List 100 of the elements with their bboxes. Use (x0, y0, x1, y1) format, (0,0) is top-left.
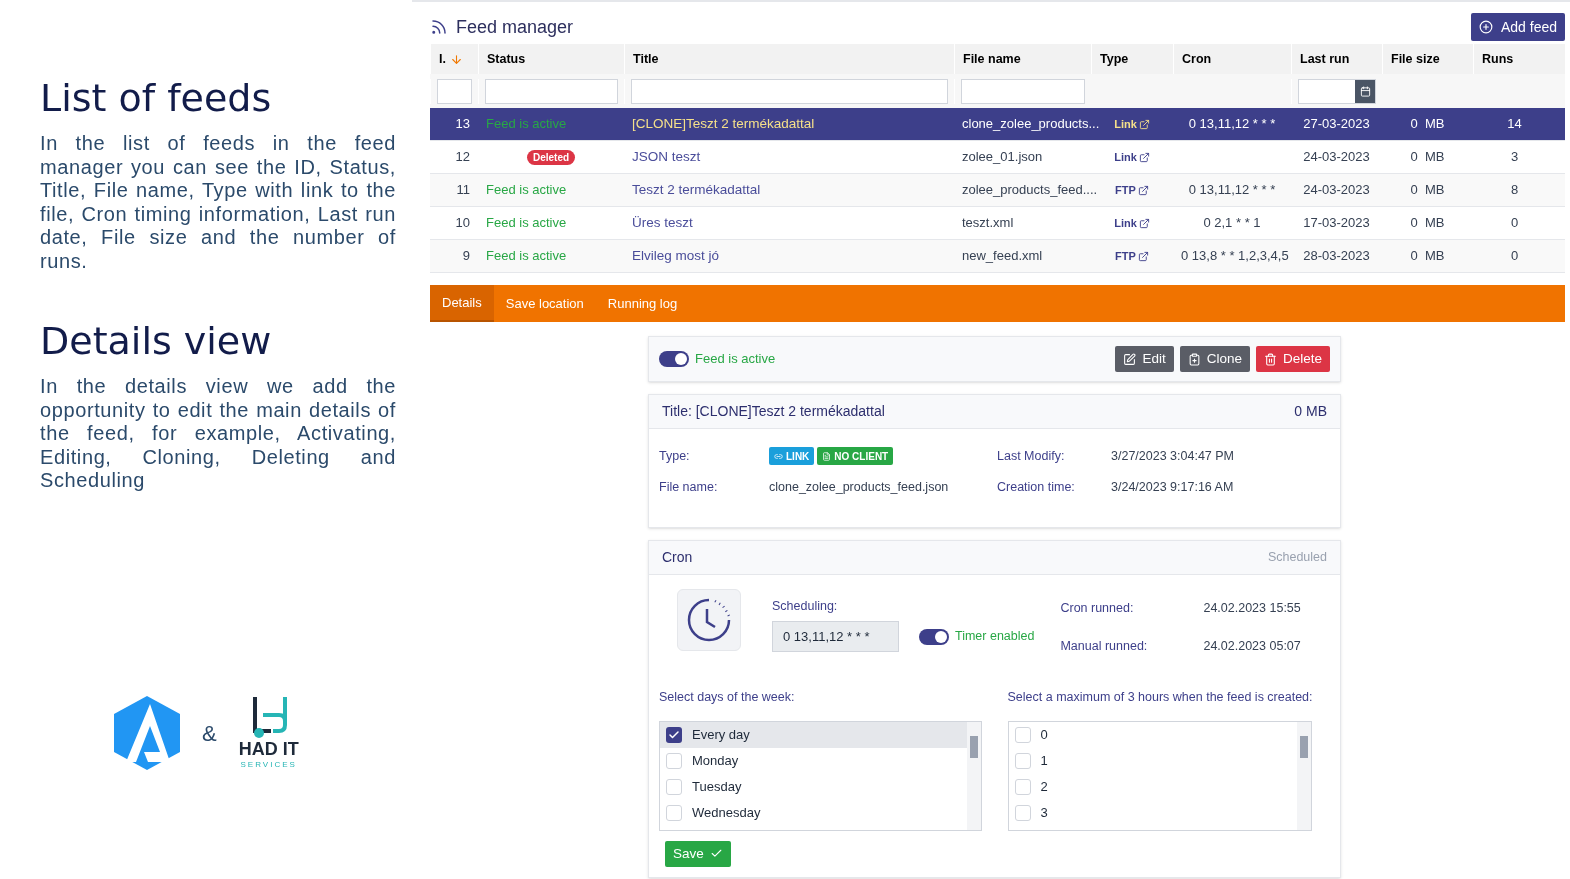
field-value: 24.02.2023 05:07 (1203, 638, 1301, 656)
table-cell: 10 (455, 215, 470, 231)
field-label: File name: (659, 478, 719, 496)
table-row[interactable]: 9 Feed is active Elvileg most jó new_feed.xml FTP 0 13,8 * * 1,2,3,4,5 28-03-2023 0 MB 0 (430, 240, 1565, 273)
active-toggle[interactable] (659, 351, 689, 367)
field-value: 3/27/2023 3:04:47 PM (1111, 448, 1235, 465)
file-size: 0 MB (1294, 402, 1327, 421)
table-row[interactable]: 13 Feed is active [CLONE]Teszt 2 termékadattal clone_zolee_products... Link 0 13,11,12 * * * 27-03-2023 0 MB 14 (430, 108, 1565, 141)
type-link[interactable]: FTP (1115, 181, 1149, 199)
calendar-button[interactable] (1355, 79, 1375, 103)
status-text: Feed is active (486, 116, 567, 132)
date-filter-field[interactable] (1298, 78, 1376, 104)
plus-circle-icon (1478, 20, 1493, 34)
option-label: 2 (1040, 778, 1048, 796)
table-cell: 8 (1510, 182, 1519, 198)
edit-button[interactable]: Edit (1115, 346, 1174, 372)
checkbox[interactable] (1014, 752, 1031, 769)
filter-field[interactable] (961, 78, 1085, 104)
option-label: Monday (692, 752, 739, 770)
checkbox[interactable] (1014, 726, 1031, 743)
type-badge: LINK (769, 447, 815, 465)
tab[interactable]: Details (430, 285, 494, 322)
column-header[interactable]: Last run (1300, 49, 1350, 69)
type-link[interactable]: Link (1114, 115, 1150, 133)
column-header[interactable]: File size (1391, 49, 1440, 69)
status-text: Feed is active (486, 248, 567, 264)
option-label: 3 (1040, 804, 1048, 822)
field-value: 3/24/2023 9:17:16 AM (1111, 478, 1235, 496)
scheduling-field[interactable]: 0 13,11,12 * * * (772, 621, 899, 653)
status-text: Feed is active (486, 215, 567, 231)
table-cell: 13 (455, 116, 470, 132)
column-header[interactable]: Status (487, 49, 526, 69)
table-cell: 0 13,8 * * 1,2,3,4,5 (1181, 248, 1289, 264)
column-header[interactable]: Runs (1482, 49, 1514, 69)
external-link-icon (1138, 118, 1150, 130)
filter-field[interactable] (631, 78, 948, 104)
section-paragraph: In the details view we add the opportunity to edit the main details of the feed, for example, Activating, Editing, Cloning, Deleting and Scheduling (40, 375, 396, 493)
field-label: Creation time: (997, 478, 1076, 496)
sort-arrow-icon (449, 52, 463, 66)
link-icon (774, 451, 783, 461)
feed-title-link[interactable]: Üres teszt (632, 214, 693, 230)
external-link-icon (1138, 151, 1150, 163)
table-cell: 0 (1510, 215, 1519, 231)
filter-field[interactable] (437, 78, 472, 104)
column-header[interactable]: I. (439, 49, 446, 69)
external-link-icon (1137, 250, 1149, 262)
column-header[interactable]: Cron (1182, 49, 1212, 69)
table-row[interactable]: 11 Feed is active Teszt 2 termékadattal zolee_products_feed.... FTP 0 13,11,12 * * * 24-03-2023 0 MB 8 (430, 174, 1565, 207)
feed-title-link[interactable]: Elvileg most jó (632, 247, 720, 263)
option-label: Every day (692, 726, 750, 744)
status-text: Feed is active (486, 182, 567, 198)
checkbox[interactable] (666, 752, 682, 769)
checkbox[interactable] (666, 778, 682, 795)
field-label: Select days of the week: (659, 689, 796, 706)
filter-field[interactable] (485, 78, 618, 104)
delete-button[interactable]: Delete (1255, 346, 1330, 372)
add-feed-button[interactable]: Add feed (1470, 13, 1565, 41)
table-cell: clone_zolee_products... (962, 116, 1100, 132)
table-cell: 27-03-2023 (1303, 116, 1370, 132)
checkbox[interactable] (1014, 778, 1031, 795)
document-icon (822, 451, 832, 461)
checkbox[interactable] (666, 726, 682, 743)
table-cell: 0 (1510, 248, 1519, 264)
field-label: Select a maximum of 3 hours when the feed is created: (1007, 689, 1314, 706)
option-label: Tuesday (692, 778, 742, 796)
type-link[interactable]: Link (1114, 148, 1150, 166)
field-label: Manual runned: (1060, 638, 1149, 656)
scrollbar[interactable] (1297, 721, 1311, 830)
table-cell: 24-03-2023 (1303, 182, 1370, 198)
table-cell: 0 MB (1410, 116, 1445, 132)
section-heading: List of feeds (40, 75, 273, 122)
checkbox[interactable] (666, 804, 682, 821)
toggle-label: Timer enabled (955, 628, 1035, 646)
feed-title-link[interactable]: Teszt 2 termékadattal (632, 181, 761, 197)
partner-tagline: SERVICES (240, 759, 297, 771)
table-cell: 24-03-2023 (1303, 149, 1370, 165)
table-cell: new_feed.xml (962, 248, 1043, 264)
table-cell: 0 13,11,12 * * * (1188, 182, 1276, 198)
type-link[interactable]: Link (1114, 214, 1150, 232)
feed-title-link[interactable]: [CLONE]Teszt 2 termékadattal (632, 115, 815, 131)
timer-toggle[interactable] (919, 628, 949, 645)
table-cell: 0 MB (1410, 149, 1445, 165)
check-icon (668, 728, 680, 741)
calendar-icon (1359, 85, 1371, 97)
feed-title-link[interactable]: JSON teszt (632, 148, 701, 164)
field-label: Type: (659, 448, 691, 465)
checkbox[interactable] (1014, 804, 1031, 821)
table-cell: 0 MB (1410, 215, 1445, 231)
column-header[interactable]: File name (963, 49, 1021, 69)
table-cell: 0 MB (1410, 248, 1445, 264)
clone-button[interactable]: Clone (1179, 346, 1250, 372)
type-link[interactable]: FTP (1115, 247, 1149, 265)
clock-icon (686, 596, 732, 643)
column-header[interactable]: Type (1100, 49, 1129, 69)
schedule-status: Scheduled (1267, 548, 1327, 566)
table-cell: 28-03-2023 (1303, 248, 1370, 264)
scrollbar[interactable] (966, 721, 981, 830)
trash-icon (1263, 352, 1277, 366)
column-header[interactable]: Title (633, 49, 659, 69)
page-title: Feed manager (456, 15, 574, 39)
